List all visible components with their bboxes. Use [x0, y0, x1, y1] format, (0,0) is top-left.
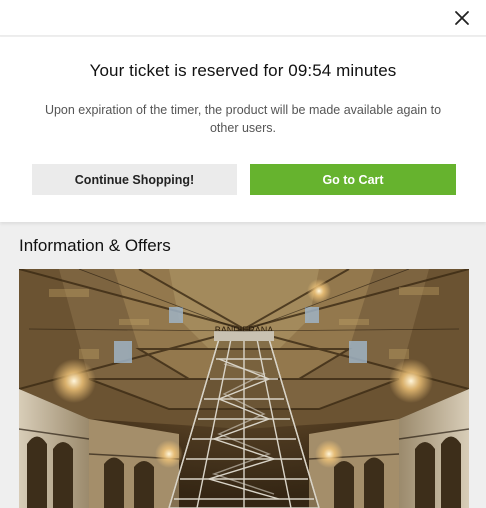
continue-shopping-button[interactable]: Continue Shopping! — [32, 164, 237, 195]
reservation-title: Your ticket is reserved for 09:54 minute… — [89, 61, 397, 80]
section-title: Information & Offers — [19, 236, 171, 255]
close-button[interactable] — [450, 6, 474, 30]
dome-scaffolding-image: BANDIERANA — [19, 269, 469, 508]
reservation-description: Upon expiration of the timer, the produc… — [44, 103, 442, 135]
close-icon — [455, 11, 469, 25]
reservation-dialog: Your ticket is reserved for 09:54 minute… — [0, 37, 486, 222]
baptistery-dome-photo: BANDIERANA — [19, 269, 469, 508]
go-to-cart-button[interactable]: Go to Cart — [250, 164, 456, 195]
top-bar — [0, 0, 486, 36]
